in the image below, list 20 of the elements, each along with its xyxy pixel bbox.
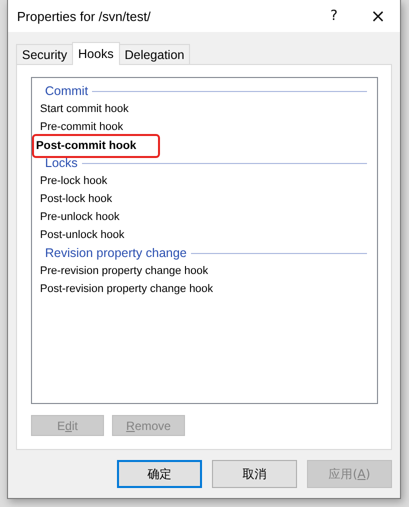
help-button[interactable]: ? <box>312 0 356 32</box>
dialog-button[interactable]: 取消 <box>212 460 297 488</box>
window-title: Properties for /svn/test/ <box>17 8 152 24</box>
group-header: Revision property change <box>45 246 187 260</box>
tab[interactable]: Hooks <box>72 42 120 65</box>
hook-item[interactable]: Pre-unlock hook <box>38 210 122 224</box>
group-header: Locks <box>45 156 78 170</box>
hook-item[interactable]: Start commit hook <box>38 102 131 116</box>
close-button[interactable]: × <box>356 0 400 32</box>
hook-item[interactable]: Post-revision property change hook <box>38 282 216 296</box>
hook-item[interactable]: Post-lock hook <box>38 192 114 206</box>
hook-item[interactable]: Pre-commit hook <box>38 120 126 134</box>
hook-item[interactable]: Post-commit hook <box>34 136 158 156</box>
hook-item[interactable]: Post-unlock hook <box>38 228 126 242</box>
group-header: Commit <box>45 84 88 98</box>
tab[interactable]: Delegation <box>118 44 190 64</box>
tab[interactable]: Security <box>16 44 74 64</box>
hook-item[interactable]: Pre-lock hook <box>38 174 110 188</box>
hook-item[interactable]: Pre-revision property change hook <box>38 264 210 278</box>
dialog-button[interactable]: 确定 <box>117 460 202 488</box>
